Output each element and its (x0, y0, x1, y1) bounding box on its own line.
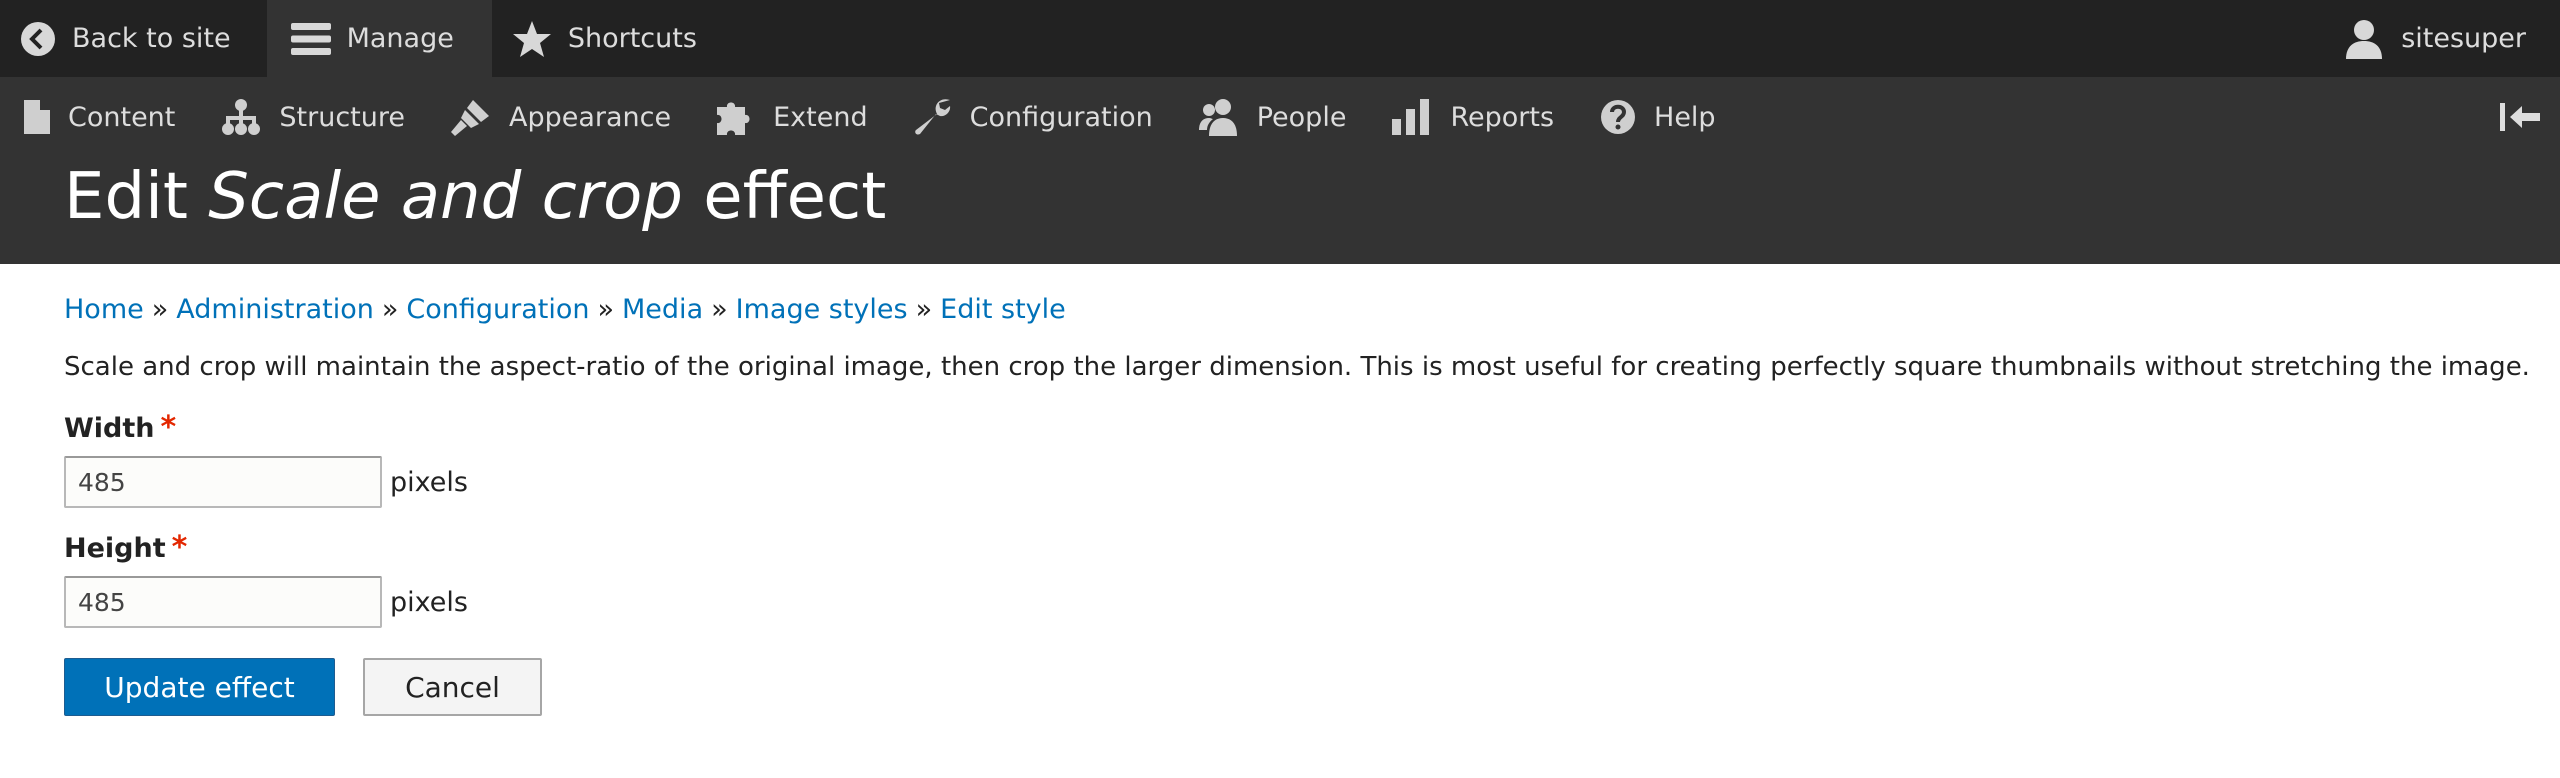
shortcuts-tab[interactable]: Shortcuts (492, 0, 721, 77)
update-effect-button[interactable]: Update effect (64, 658, 335, 716)
menu-item-people[interactable]: People (1198, 98, 1347, 136)
menu-item-label: Help (1654, 101, 1716, 133)
menu-item-extend[interactable]: Extend (717, 99, 868, 135)
back-to-site-link[interactable]: Back to site (0, 0, 267, 77)
breadcrumb-media[interactable]: Media (622, 294, 703, 325)
manage-label: Manage (346, 23, 454, 54)
admin-menu: Content Structure Appearance Extend Conf… (0, 77, 2560, 157)
width-unit: pixels (390, 466, 468, 498)
breadcrumb-administration[interactable]: Administration (176, 294, 374, 325)
menu-item-label: Structure (279, 101, 405, 133)
breadcrumb-configuration[interactable]: Configuration (406, 294, 589, 325)
user-label: sitesuper (2401, 23, 2526, 54)
bar-chart-icon (1392, 99, 1430, 135)
admin-header: Content Structure Appearance Extend Conf… (0, 77, 2560, 264)
file-icon (24, 100, 50, 134)
help-icon (1601, 100, 1636, 134)
effect-description: Scale and crop will maintain the aspect-… (64, 352, 2530, 382)
menu-item-content[interactable]: Content (24, 100, 175, 134)
breadcrumb: Home» Administration» Configuration» Media»… (64, 294, 1066, 325)
admin-toolbar: Back to site Manage Shortcuts sitesuper (0, 0, 2560, 77)
hamburger-icon (290, 22, 331, 55)
page-title: Edit Scale and crop effect (64, 160, 887, 234)
menu-item-label: Content (68, 101, 176, 133)
height-input[interactable] (64, 576, 382, 628)
menu-item-reports[interactable]: Reports (1392, 99, 1554, 135)
breadcrumb-home[interactable]: Home (64, 294, 144, 325)
required-marker: * (171, 530, 188, 565)
height-label: Height * (64, 530, 188, 565)
user-tab[interactable]: sitesuper (2345, 0, 2526, 77)
wrench-icon (914, 99, 950, 135)
breadcrumb-edit-style[interactable]: Edit style (940, 294, 1066, 325)
menu-item-label: Appearance (509, 101, 672, 133)
collapse-toolbar-button[interactable] (2498, 99, 2542, 135)
manage-tab[interactable]: Manage (266, 0, 492, 77)
menu-item-label: Extend (773, 101, 868, 133)
menu-item-configuration[interactable]: Configuration (914, 98, 1153, 136)
sitemap-icon (222, 99, 261, 135)
shortcuts-label: Shortcuts (567, 23, 697, 54)
menu-item-label: People (1256, 101, 1347, 133)
breadcrumb-image-styles[interactable]: Image styles (736, 294, 908, 325)
required-marker: * (160, 410, 177, 445)
user-icon (2346, 19, 2383, 59)
puzzle-icon (717, 102, 750, 135)
collapse-left-icon (2500, 103, 2540, 131)
width-input[interactable] (64, 456, 382, 508)
height-field-row: pixels (64, 576, 468, 628)
menu-item-help[interactable]: Help (1600, 99, 1716, 135)
back-to-site-label: Back to site (72, 23, 231, 54)
cancel-button[interactable]: Cancel (363, 658, 542, 716)
width-field-row: pixels (64, 456, 468, 508)
menu-item-label: Reports (1450, 101, 1555, 133)
menu-item-appearance[interactable]: Appearance (451, 98, 671, 136)
height-unit: pixels (390, 586, 468, 618)
menu-item-structure[interactable]: Structure (221, 99, 405, 135)
form-actions: Update effect Cancel (64, 658, 542, 716)
chevron-left-circle-icon (21, 21, 55, 56)
people-icon (1198, 99, 1237, 136)
width-label: Width * (64, 410, 177, 445)
paintbrush-icon (451, 100, 489, 136)
star-icon (512, 20, 551, 57)
menu-item-label: Configuration (969, 101, 1153, 133)
